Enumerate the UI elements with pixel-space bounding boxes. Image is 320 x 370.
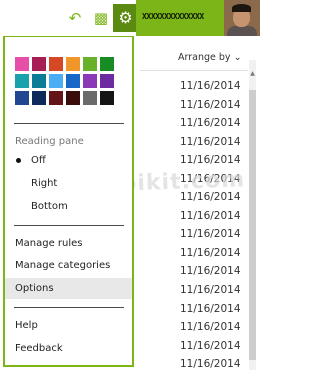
- theme-color-swatch[interactable]: [49, 57, 63, 71]
- message-date[interactable]: 11/16/2014: [180, 98, 241, 117]
- selected-bullet-icon: [16, 158, 21, 163]
- divider: [140, 70, 248, 71]
- chevron-down-icon: ⌄: [233, 52, 242, 63]
- help-item[interactable]: Help: [5, 315, 132, 336]
- theme-color-swatch[interactable]: [49, 74, 63, 88]
- reading-pane-off[interactable]: Off: [5, 150, 132, 171]
- reading-pane-label: Reading pane: [15, 136, 84, 147]
- message-date[interactable]: 11/16/2014: [180, 320, 241, 339]
- message-date[interactable]: 11/16/2014: [180, 302, 241, 321]
- theme-color-swatch[interactable]: [15, 74, 29, 88]
- reading-pane-right[interactable]: Right: [5, 173, 132, 194]
- top-bar: ↶ ▩ ⚙ XXXXXXXXXXXXXX: [0, 0, 260, 36]
- user-name[interactable]: XXXXXXXXXXXXXX: [142, 12, 204, 21]
- message-date[interactable]: 11/16/2014: [180, 339, 241, 358]
- message-date[interactable]: 11/16/2014: [180, 246, 241, 265]
- theme-color-picker: [15, 57, 114, 105]
- scrollbar-thumb[interactable]: [249, 90, 256, 360]
- chat-icon[interactable]: ▩: [92, 9, 110, 27]
- manage-categories-item[interactable]: Manage categories: [5, 255, 132, 276]
- feedback-item[interactable]: Feedback: [5, 338, 132, 359]
- theme-color-swatch[interactable]: [100, 74, 114, 88]
- settings-menu: Reading pane Off Right Bottom Manage rul…: [3, 36, 134, 367]
- gear-icon[interactable]: ⚙: [113, 4, 138, 32]
- theme-color-swatch[interactable]: [32, 91, 46, 105]
- theme-color-swatch[interactable]: [15, 57, 29, 71]
- message-date[interactable]: 11/16/2014: [180, 283, 241, 302]
- theme-color-swatch[interactable]: [100, 91, 114, 105]
- menu-divider: [14, 225, 124, 226]
- message-date[interactable]: 11/16/2014: [180, 79, 241, 98]
- theme-color-swatch[interactable]: [83, 91, 97, 105]
- theme-color-swatch[interactable]: [83, 74, 97, 88]
- message-date[interactable]: 11/16/2014: [180, 209, 241, 228]
- message-date[interactable]: 11/16/2014: [180, 116, 241, 135]
- scroll-up-arrow[interactable]: ▲: [249, 70, 256, 78]
- menu-divider: [14, 123, 124, 124]
- undo-icon[interactable]: ↶: [66, 9, 84, 27]
- message-date[interactable]: 11/16/2014: [180, 264, 241, 283]
- avatar[interactable]: [224, 0, 260, 36]
- message-date-list: 11/16/2014 11/16/2014 11/16/2014 11/16/2014…: [180, 79, 241, 370]
- theme-color-swatch[interactable]: [66, 74, 80, 88]
- theme-color-swatch[interactable]: [15, 91, 29, 105]
- theme-color-swatch[interactable]: [66, 91, 80, 105]
- arrange-by-label: Arrange by: [178, 52, 231, 63]
- theme-color-swatch[interactable]: [100, 57, 114, 71]
- message-date[interactable]: 11/16/2014: [180, 357, 241, 370]
- theme-color-swatch[interactable]: [49, 91, 63, 105]
- theme-color-swatch[interactable]: [32, 74, 46, 88]
- arrange-by-button[interactable]: Arrange by ⌄: [178, 52, 242, 63]
- message-date[interactable]: 11/16/2014: [180, 135, 241, 154]
- menu-divider: [14, 307, 124, 308]
- theme-color-swatch[interactable]: [32, 57, 46, 71]
- reading-pane-bottom[interactable]: Bottom: [5, 196, 132, 217]
- manage-rules-item[interactable]: Manage rules: [5, 233, 132, 254]
- theme-color-swatch[interactable]: [83, 57, 97, 71]
- options-item[interactable]: Options: [5, 278, 132, 299]
- message-date[interactable]: 11/16/2014: [180, 227, 241, 246]
- theme-color-swatch[interactable]: [66, 57, 80, 71]
